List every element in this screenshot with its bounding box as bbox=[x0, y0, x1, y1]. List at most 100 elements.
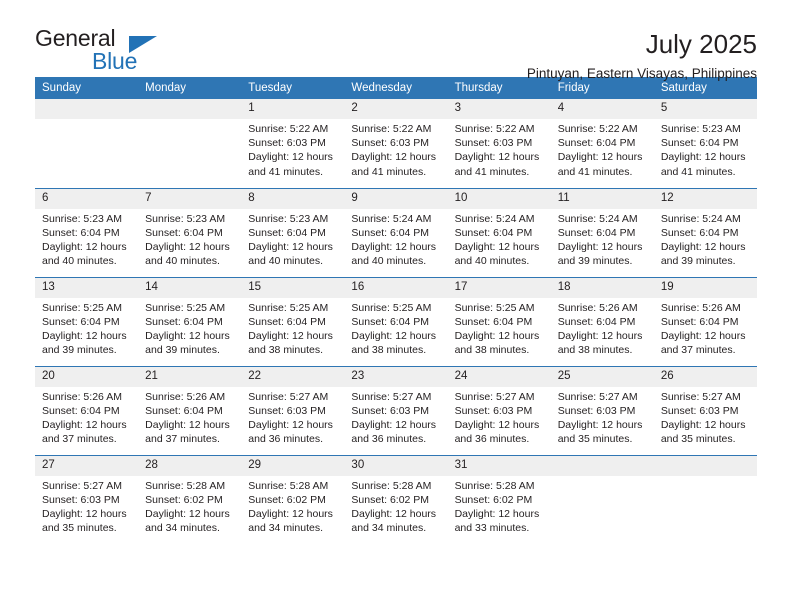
day-number: 18 bbox=[550, 277, 654, 298]
calendar-week-row: 6 Sunrise: 5:23 AM Sunset: 6:04 PM Daylig… bbox=[35, 187, 757, 277]
day-sun-info: Sunrise: 5:27 AM Sunset: 6:03 PM Dayligh… bbox=[660, 390, 746, 446]
calendar-cell-empty bbox=[138, 99, 242, 188]
day-number: 20 bbox=[35, 366, 139, 387]
calendar-day-cell[interactable]: 3 Sunrise: 5:22 AM Sunset: 6:03 PM Daylig… bbox=[447, 99, 551, 188]
day-sun-info: Sunrise: 5:25 AM Sunset: 6:04 PM Dayligh… bbox=[42, 301, 127, 357]
calendar-day-cell[interactable]: 27 Sunrise: 5:27 AM Sunset: 6:03 PM Dayli… bbox=[35, 454, 139, 544]
calendar-day-cell[interactable]: 11 Sunrise: 5:24 AM Sunset: 6:04 PM Dayli… bbox=[550, 187, 654, 277]
day-sun-info: Sunrise: 5:27 AM Sunset: 6:03 PM Dayligh… bbox=[454, 390, 540, 446]
calendar-week-row: 13 Sunrise: 5:25 AM Sunset: 6:04 PM Dayli… bbox=[35, 276, 757, 366]
calendar-day-cell[interactable]: 16 Sunrise: 5:25 AM Sunset: 6:04 PM Dayli… bbox=[344, 276, 448, 366]
calendar-day-cell[interactable]: 26 Sunrise: 5:27 AM Sunset: 6:03 PM Dayli… bbox=[653, 365, 757, 455]
day-number: 4 bbox=[550, 99, 654, 119]
general-blue-logo[interactable]: General Blue bbox=[35, 27, 175, 75]
calendar-day-cell[interactable]: 2 Sunrise: 5:22 AM Sunset: 6:03 PM Daylig… bbox=[344, 99, 448, 188]
calendar-week-row: 1 Sunrise: 5:22 AM Sunset: 6:03 PM Daylig… bbox=[35, 99, 757, 188]
calendar-day-cell[interactable]: 7 Sunrise: 5:23 AM Sunset: 6:04 PM Daylig… bbox=[138, 187, 242, 277]
calendar-cell-empty bbox=[35, 99, 139, 188]
calendar-day-cell[interactable]: 17 Sunrise: 5:25 AM Sunset: 6:04 PM Dayli… bbox=[447, 276, 551, 366]
day-sun-info: Sunrise: 5:28 AM Sunset: 6:02 PM Dayligh… bbox=[248, 479, 333, 535]
calendar-cell-empty bbox=[653, 454, 757, 544]
calendar-day-cell[interactable]: 8 Sunrise: 5:23 AM Sunset: 6:04 PM Daylig… bbox=[241, 187, 345, 277]
calendar-day-cell[interactable]: 21 Sunrise: 5:26 AM Sunset: 6:04 PM Dayli… bbox=[138, 365, 242, 455]
day-number: 10 bbox=[447, 188, 551, 209]
calendar-day-cell[interactable]: 23 Sunrise: 5:27 AM Sunset: 6:03 PM Dayli… bbox=[344, 365, 448, 455]
day-number: 22 bbox=[241, 366, 345, 387]
calendar-week-row: 20 Sunrise: 5:26 AM Sunset: 6:04 PM Dayli… bbox=[35, 365, 757, 455]
title-block: July 2025 Pintuyan, Eastern Visayas, Phi… bbox=[527, 27, 757, 82]
day-number: 17 bbox=[447, 277, 551, 298]
calendar-day-cell[interactable]: 13 Sunrise: 5:25 AM Sunset: 6:04 PM Dayli… bbox=[35, 276, 139, 366]
day-number: 12 bbox=[653, 188, 757, 209]
calendar-day-cell[interactable]: 6 Sunrise: 5:23 AM Sunset: 6:04 PM Daylig… bbox=[35, 187, 139, 277]
page-title: July 2025 bbox=[645, 29, 757, 59]
weekday-header-sunday: Sunday bbox=[35, 77, 139, 99]
day-number: 24 bbox=[447, 366, 551, 387]
day-sun-info: Sunrise: 5:24 AM Sunset: 6:04 PM Dayligh… bbox=[454, 212, 540, 268]
day-sun-info: Sunrise: 5:26 AM Sunset: 6:04 PM Dayligh… bbox=[145, 390, 230, 446]
calendar-table: Sunday Monday Tuesday Wednesday Thursday… bbox=[35, 77, 757, 544]
calendar-day-cell[interactable]: 12 Sunrise: 5:24 AM Sunset: 6:04 PM Dayli… bbox=[653, 187, 757, 277]
day-sun-info: Sunrise: 5:28 AM Sunset: 6:02 PM Dayligh… bbox=[145, 479, 230, 535]
day-number: 30 bbox=[344, 455, 448, 476]
calendar-day-cell[interactable]: 24 Sunrise: 5:27 AM Sunset: 6:03 PM Dayli… bbox=[447, 365, 551, 455]
day-sun-info: Sunrise: 5:28 AM Sunset: 6:02 PM Dayligh… bbox=[351, 479, 437, 535]
day-number: 1 bbox=[241, 99, 345, 119]
day-number: 3 bbox=[447, 99, 551, 119]
calendar-body: 1 Sunrise: 5:22 AM Sunset: 6:03 PM Daylig… bbox=[35, 99, 757, 544]
day-number: 15 bbox=[241, 277, 345, 298]
logo-text-general: General bbox=[35, 25, 116, 51]
day-number: 25 bbox=[550, 366, 654, 387]
day-number: 31 bbox=[447, 455, 551, 476]
day-number: 11 bbox=[550, 188, 654, 209]
day-sun-info: Sunrise: 5:27 AM Sunset: 6:03 PM Dayligh… bbox=[557, 390, 643, 446]
calendar-day-cell[interactable]: 18 Sunrise: 5:26 AM Sunset: 6:04 PM Dayli… bbox=[550, 276, 654, 366]
day-number bbox=[653, 455, 757, 476]
day-sun-info: Sunrise: 5:27 AM Sunset: 6:03 PM Dayligh… bbox=[42, 479, 127, 535]
calendar-day-cell[interactable]: 10 Sunrise: 5:24 AM Sunset: 6:04 PM Dayli… bbox=[447, 187, 551, 277]
calendar-week-row: 27 Sunrise: 5:27 AM Sunset: 6:03 PM Dayli… bbox=[35, 454, 757, 544]
calendar-day-cell[interactable]: 30 Sunrise: 5:28 AM Sunset: 6:02 PM Dayli… bbox=[344, 454, 448, 544]
calendar-day-cell[interactable]: 5 Sunrise: 5:23 AM Sunset: 6:04 PM Daylig… bbox=[653, 99, 757, 188]
calendar-day-cell[interactable]: 28 Sunrise: 5:28 AM Sunset: 6:02 PM Dayli… bbox=[138, 454, 242, 544]
day-number: 28 bbox=[138, 455, 242, 476]
calendar-day-cell[interactable]: 4 Sunrise: 5:22 AM Sunset: 6:04 PM Daylig… bbox=[550, 99, 654, 188]
day-sun-info: Sunrise: 5:22 AM Sunset: 6:03 PM Dayligh… bbox=[351, 123, 437, 178]
day-sun-info: Sunrise: 5:25 AM Sunset: 6:04 PM Dayligh… bbox=[248, 301, 333, 357]
day-number: 7 bbox=[138, 188, 242, 209]
day-sun-info: Sunrise: 5:22 AM Sunset: 6:04 PM Dayligh… bbox=[557, 123, 643, 178]
day-number: 9 bbox=[344, 188, 448, 209]
day-number bbox=[550, 455, 654, 476]
calendar-day-cell[interactable]: 22 Sunrise: 5:27 AM Sunset: 6:03 PM Dayli… bbox=[241, 365, 345, 455]
calendar-cell-empty bbox=[550, 454, 654, 544]
day-sun-info: Sunrise: 5:27 AM Sunset: 6:03 PM Dayligh… bbox=[351, 390, 437, 446]
calendar-day-cell[interactable]: 1 Sunrise: 5:22 AM Sunset: 6:03 PM Daylig… bbox=[241, 99, 345, 188]
calendar-day-cell[interactable]: 25 Sunrise: 5:27 AM Sunset: 6:03 PM Dayli… bbox=[550, 365, 654, 455]
day-number: 27 bbox=[35, 455, 139, 476]
day-sun-info: Sunrise: 5:22 AM Sunset: 6:03 PM Dayligh… bbox=[248, 123, 333, 178]
day-number: 29 bbox=[241, 455, 345, 476]
day-sun-info: Sunrise: 5:24 AM Sunset: 6:04 PM Dayligh… bbox=[660, 212, 746, 268]
calendar-day-cell[interactable]: 31 Sunrise: 5:28 AM Sunset: 6:02 PM Dayli… bbox=[447, 454, 551, 544]
calendar-day-cell[interactable]: 20 Sunrise: 5:26 AM Sunset: 6:04 PM Dayli… bbox=[35, 365, 139, 455]
calendar-day-cell[interactable]: 19 Sunrise: 5:26 AM Sunset: 6:04 PM Dayli… bbox=[653, 276, 757, 366]
calendar-day-cell[interactable]: 29 Sunrise: 5:28 AM Sunset: 6:02 PM Dayli… bbox=[241, 454, 345, 544]
calendar-day-cell[interactable]: 14 Sunrise: 5:25 AM Sunset: 6:04 PM Dayli… bbox=[138, 276, 242, 366]
day-number: 6 bbox=[35, 188, 139, 209]
day-number: 13 bbox=[35, 277, 139, 298]
day-sun-info: Sunrise: 5:23 AM Sunset: 6:04 PM Dayligh… bbox=[660, 123, 746, 178]
day-number: 26 bbox=[653, 366, 757, 387]
calendar-day-cell[interactable]: 15 Sunrise: 5:25 AM Sunset: 6:04 PM Dayli… bbox=[241, 276, 345, 366]
day-sun-info: Sunrise: 5:25 AM Sunset: 6:04 PM Dayligh… bbox=[351, 301, 437, 357]
day-number bbox=[138, 99, 242, 119]
calendar-day-cell[interactable]: 9 Sunrise: 5:24 AM Sunset: 6:04 PM Daylig… bbox=[344, 187, 448, 277]
weekday-header-tuesday: Tuesday bbox=[241, 77, 345, 99]
day-number: 2 bbox=[344, 99, 448, 119]
day-sun-info: Sunrise: 5:22 AM Sunset: 6:03 PM Dayligh… bbox=[454, 123, 540, 178]
weekday-header-monday: Monday bbox=[138, 77, 242, 99]
weekday-header-wednesday: Wednesday bbox=[344, 77, 448, 99]
day-sun-info: Sunrise: 5:26 AM Sunset: 6:04 PM Dayligh… bbox=[660, 301, 746, 357]
calendar-page: General Blue July 2025 Pintuyan, Eastern… bbox=[0, 0, 792, 612]
day-sun-info: Sunrise: 5:24 AM Sunset: 6:04 PM Dayligh… bbox=[351, 212, 437, 268]
day-sun-info: Sunrise: 5:25 AM Sunset: 6:04 PM Dayligh… bbox=[454, 301, 540, 357]
